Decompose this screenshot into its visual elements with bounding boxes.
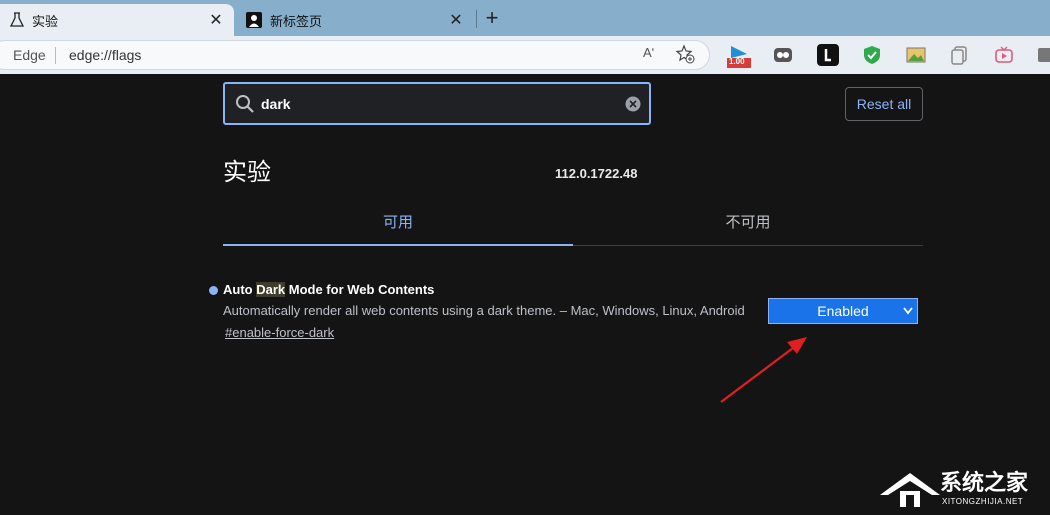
tab-title: 新标签页 <box>270 13 323 29</box>
watermark-subtext: XITONGZHIJIA.NET <box>942 497 1024 506</box>
tab-available[interactable]: 可用 <box>223 200 573 246</box>
flag-permalink[interactable]: #enable-force-dark <box>225 325 334 340</box>
watermark-text: 系统之家 <box>940 471 1029 496</box>
flag-name: Auto Dark Mode for Web Contents <box>223 282 434 297</box>
search-icon <box>236 95 254 113</box>
site-info[interactable]: Edge <box>13 47 46 63</box>
clear-search-icon[interactable] <box>625 96 641 112</box>
annotation-arrow-icon <box>720 337 807 403</box>
tab-unavailable[interactable]: 不可用 <box>573 200 923 246</box>
reset-all-button[interactable]: Reset all <box>845 87 923 121</box>
close-icon[interactable]: ✕ <box>448 10 464 30</box>
new-tab-page-icon <box>246 12 262 28</box>
tab-flags[interactable]: 实验 ✕ <box>0 4 234 36</box>
add-favorite-icon[interactable] <box>675 44 695 64</box>
extension-speed-icon[interactable]: 1.00 <box>727 44 751 68</box>
extension-letter-icon[interactable] <box>817 44 839 66</box>
flag-name-part: Auto <box>223 282 257 297</box>
page-title: 实验 <box>223 158 271 186</box>
tab-separator <box>476 10 477 28</box>
selected-option: Enabled <box>817 303 869 319</box>
flag-state-select[interactable]: Enabled <box>768 298 918 324</box>
search-input[interactable] <box>261 94 621 114</box>
extension-more-icon[interactable] <box>1036 44 1050 66</box>
shield-icon[interactable] <box>861 44 883 66</box>
flag-tabs: 可用 不可用 <box>223 200 923 246</box>
new-tab-button[interactable]: + <box>482 6 502 30</box>
flag-name-highlight: Dark <box>256 282 286 297</box>
flag-name-part: Mode for Web Contents <box>285 282 435 297</box>
copy-icon[interactable] <box>949 44 971 66</box>
chevron-down-icon <box>903 307 913 315</box>
extension-badge: 1.00 <box>729 57 745 66</box>
flag-modified-dot <box>209 286 218 295</box>
flag-description: Automatically render all web contents us… <box>223 303 745 318</box>
url-text[interactable]: edge://flags <box>69 47 141 63</box>
search-box <box>223 82 651 125</box>
tab-new-tab[interactable]: 新标签页 ✕ <box>236 4 474 36</box>
tab-strip: 实验 ✕ 新标签页 ✕ + <box>0 0 1050 36</box>
close-icon[interactable]: ✕ <box>208 10 224 30</box>
flask-icon <box>10 12 24 27</box>
address-bar[interactable]: Edge edge://flags Aʹ <box>0 40 710 70</box>
tab-title: 实验 <box>32 13 59 29</box>
extension-owl-icon[interactable] <box>772 44 794 66</box>
video-icon[interactable] <box>993 44 1015 66</box>
image-icon[interactable] <box>905 44 927 66</box>
toolbar: Edge edge://flags Aʹ 1.00 <box>0 36 1050 74</box>
divider <box>55 47 56 64</box>
version-label: 112.0.1722.48 <box>555 166 638 181</box>
read-aloud-icon[interactable]: Aʹ <box>643 45 654 60</box>
